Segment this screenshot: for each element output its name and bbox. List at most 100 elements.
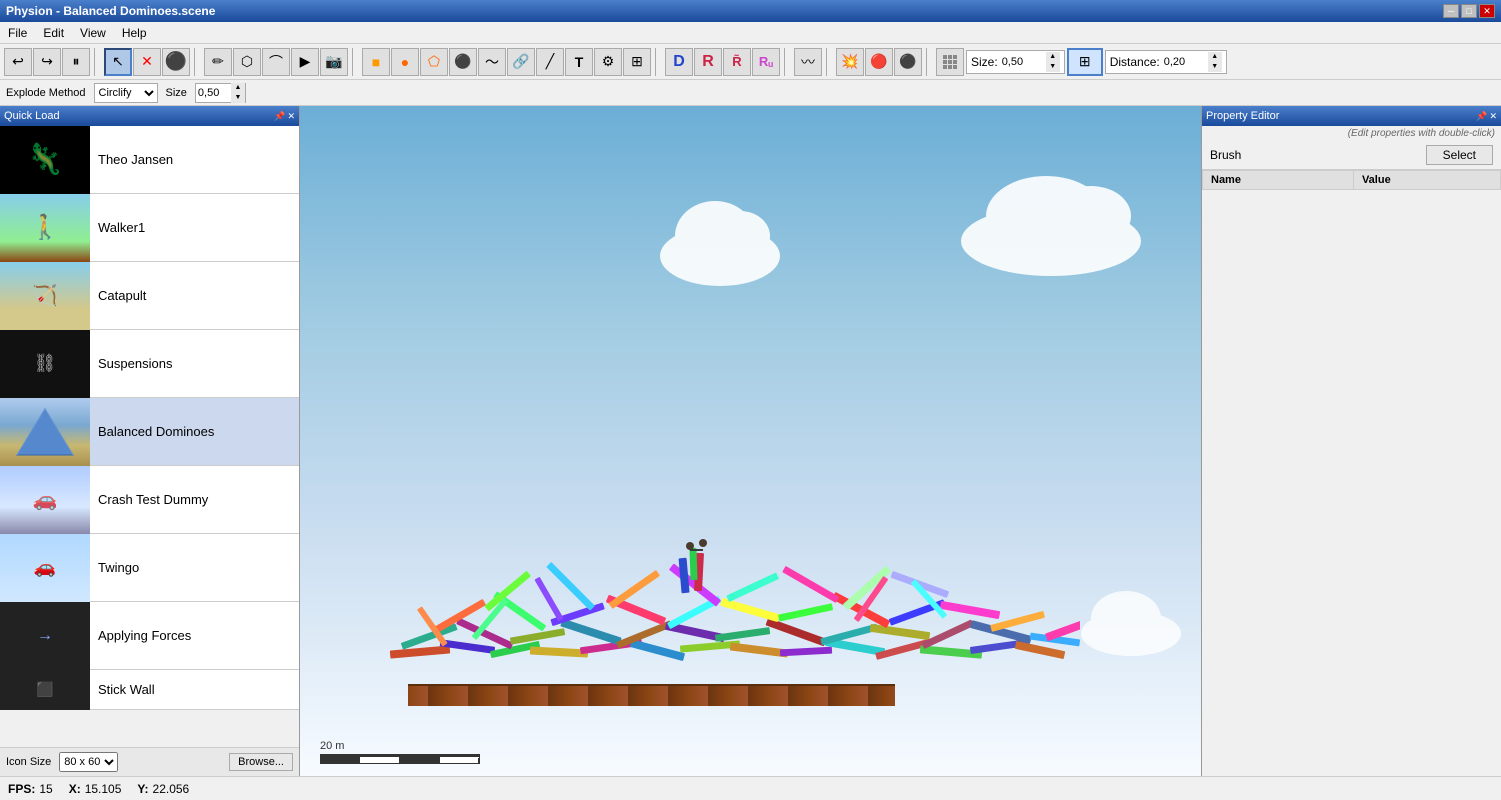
prop-brush-label: Brush xyxy=(1210,148,1241,162)
curve-button[interactable]: ⌒ xyxy=(262,48,290,76)
label-twingo: Twingo xyxy=(90,556,147,579)
explode1-button[interactable]: 💥 xyxy=(836,48,864,76)
ball-tool-button[interactable]: ⚫ xyxy=(162,48,190,76)
label-stick-wall: Stick Wall xyxy=(90,678,163,701)
list-item[interactable]: 🚗 Crash Test Dummy xyxy=(0,466,299,534)
prop-close-button[interactable]: ✕ xyxy=(1489,111,1497,122)
list-item[interactable]: ⬛ Stick Wall xyxy=(0,670,299,710)
size-control: Size: ▲ ▼ xyxy=(966,50,1065,74)
prop-pin-button[interactable]: 📌 xyxy=(1476,111,1487,122)
menu-edit[interactable]: Edit xyxy=(35,24,72,42)
line-curve-button[interactable]: 〜 xyxy=(478,48,506,76)
r-tool-button[interactable]: R xyxy=(694,48,722,76)
snap-button[interactable]: ⊞ xyxy=(1067,48,1103,76)
erase-button[interactable]: ✕ xyxy=(133,48,161,76)
text-button[interactable]: T xyxy=(565,48,593,76)
thumb-catapult: 🏹 xyxy=(0,262,90,330)
size-label: Size xyxy=(166,87,187,99)
thumb-walker1: 🚶 xyxy=(0,194,90,262)
close-panel-button[interactable]: ✕ xyxy=(287,111,295,122)
pentagon-button[interactable]: ⬠ xyxy=(420,48,448,76)
quick-load-bottom: Icon Size 80 x 60 64 x 48 96 x 72 Browse… xyxy=(0,747,299,776)
label-walker1: Walker1 xyxy=(90,216,153,239)
list-item[interactable]: Balanced Dominoes xyxy=(0,398,299,466)
list-item[interactable]: → Applying Forces xyxy=(0,602,299,670)
thumb-stick-wall: ⬛ xyxy=(0,670,90,710)
circle-button[interactable]: ● xyxy=(391,48,419,76)
fps-value: 15 xyxy=(39,782,52,796)
menu-help[interactable]: Help xyxy=(114,24,155,42)
maximize-button[interactable]: □ xyxy=(1461,4,1477,18)
property-editor-panel: Property Editor 📌 ✕ (Edit properties wit… xyxy=(1201,106,1501,776)
list-item[interactable]: 🏹 Catapult xyxy=(0,262,299,330)
close-button[interactable]: ✕ xyxy=(1479,4,1495,18)
x-value: 15.105 xyxy=(85,782,122,796)
window-title: Physion - Balanced Dominoes.scene xyxy=(6,4,215,18)
pencil-button[interactable]: ✏ xyxy=(204,48,232,76)
list-item[interactable]: 🦎 Theo Jansen xyxy=(0,126,299,194)
pr-tool-button[interactable]: R̃ xyxy=(723,48,751,76)
distance-label: Distance: xyxy=(1110,55,1160,69)
size-input[interactable] xyxy=(1002,56,1042,68)
list-item[interactable]: 🚶 Walker1 xyxy=(0,194,299,262)
list-item[interactable]: 🚗 Twingo xyxy=(0,534,299,602)
camera-button[interactable]: 📷 xyxy=(320,48,348,76)
select-tool-button[interactable]: ↖ xyxy=(104,48,132,76)
wave-button[interactable]: 〰 xyxy=(794,48,822,76)
distance-up-button[interactable]: ▲ xyxy=(1208,52,1222,62)
distance-input[interactable] xyxy=(1164,56,1204,68)
grid-button[interactable] xyxy=(936,48,964,76)
prop-table: Name Value xyxy=(1202,170,1501,190)
title-bar-buttons: ─ □ ✕ xyxy=(1443,4,1495,18)
redo-button[interactable]: ↪ xyxy=(33,48,61,76)
size-spin-input[interactable] xyxy=(196,84,231,102)
pin-button[interactable]: 📌 xyxy=(274,111,285,122)
menu-bar: File Edit View Help xyxy=(0,22,1501,44)
menu-file[interactable]: File xyxy=(0,24,35,42)
size-up-button[interactable]: ▲ xyxy=(1046,52,1060,62)
gun-button[interactable]: ▶ xyxy=(291,48,319,76)
line-button[interactable]: ╱ xyxy=(536,48,564,76)
prop-select-button[interactable]: Select xyxy=(1426,145,1493,165)
cloud-3 xyxy=(1081,611,1181,656)
minimize-button[interactable]: ─ xyxy=(1443,4,1459,18)
size-spin-up[interactable]: ▲ xyxy=(231,83,245,93)
stamp-button[interactable]: ⬡ xyxy=(233,48,261,76)
explode2-button[interactable]: 🔴 xyxy=(865,48,893,76)
separator-1 xyxy=(94,48,100,76)
explode-method-select[interactable]: Circlify Random Linear xyxy=(94,83,158,103)
list-item[interactable]: ⛓ Suspensions xyxy=(0,330,299,398)
browse-button[interactable]: Browse... xyxy=(229,753,293,771)
export-button[interactable]: ⊞ xyxy=(623,48,651,76)
pu-tool-button[interactable]: Rᵤ xyxy=(752,48,780,76)
y-display: Y: 22.056 xyxy=(137,782,189,796)
explode3-button[interactable]: ⚫ xyxy=(894,48,922,76)
undo-redo-group: ↩ ↪ ⏸ xyxy=(4,48,90,76)
cloud-2 xyxy=(961,206,1141,276)
y-value: 22.056 xyxy=(153,782,190,796)
gear-button[interactable]: ⚙ xyxy=(594,48,622,76)
undo-button[interactable]: ↩ xyxy=(4,48,32,76)
quick-load-panel: Quick Load 📌 ✕ 🦎 Theo Jansen 🚶 Walker1 xyxy=(0,106,300,776)
menu-view[interactable]: View xyxy=(72,24,114,42)
select-erase-group: ↖ ✕ ⚫ xyxy=(104,48,190,76)
chain-button[interactable]: 🔗 xyxy=(507,48,535,76)
scale-seg1 xyxy=(320,756,359,764)
scale-line-body xyxy=(320,756,480,764)
d-tool-button[interactable]: D xyxy=(665,48,693,76)
icon-size-select[interactable]: 80 x 60 64 x 48 96 x 72 xyxy=(59,752,118,772)
distance-down-button[interactable]: ▼ xyxy=(1208,62,1222,72)
ball-small-button[interactable]: ⚫ xyxy=(449,48,477,76)
shapes-group: ■ ● ⬠ ⚫ 〜 🔗 ╱ T ⚙ ⊞ xyxy=(362,48,651,76)
size-down-button[interactable]: ▼ xyxy=(1046,62,1060,72)
thumb-balanced-dominoes xyxy=(0,398,90,466)
size-spin-down[interactable]: ▼ xyxy=(231,93,245,103)
status-bar: FPS: 15 X: 15.105 Y: 22.056 xyxy=(0,776,1501,800)
separator-4 xyxy=(655,48,661,76)
property-editor-title: Property Editor xyxy=(1206,110,1279,122)
pause-button[interactable]: ⏸ xyxy=(62,48,90,76)
size-spinner: ▲ ▼ xyxy=(195,83,246,103)
canvas-area[interactable]: 20 m xyxy=(300,106,1201,776)
rectangle-button[interactable]: ■ xyxy=(362,48,390,76)
x-label: X: xyxy=(69,782,81,796)
